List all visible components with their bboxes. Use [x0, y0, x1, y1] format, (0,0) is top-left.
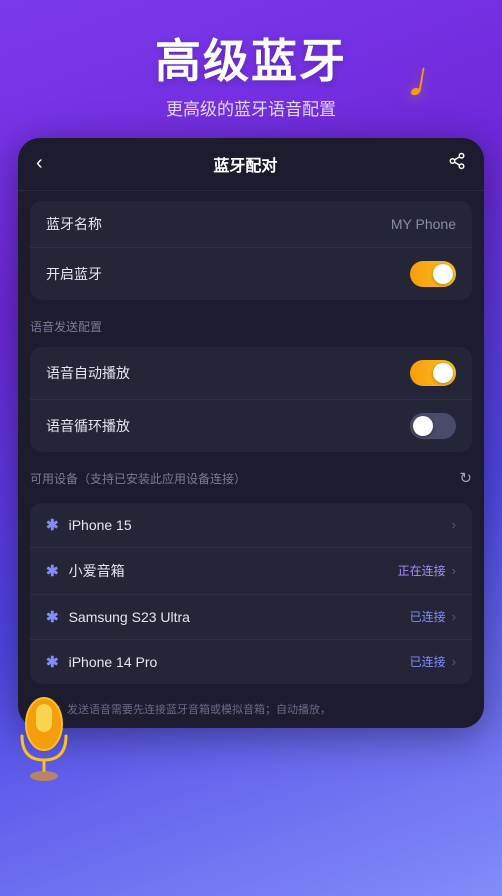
bluetooth-name-row: 蓝牙名称 MY Phone — [30, 201, 472, 248]
auto-play-label: 语音自动播放 — [46, 363, 130, 383]
list-item[interactable]: ✱ Samsung S23 Ultra 已连接 › — [30, 595, 472, 640]
voice-settings-group: 语音自动播放 语音循环播放 — [30, 347, 472, 452]
devices-section-label: 可用设备（支持已安装此应用设备连接） — [30, 466, 246, 491]
devices-header-row: 可用设备（支持已安装此应用设备连接） ↻ — [18, 462, 484, 493]
bluetooth-icon-2: ✱ — [46, 562, 59, 580]
auto-play-thumb — [433, 363, 453, 383]
toggle-thumb — [433, 264, 453, 284]
loop-play-label: 语音循环播放 — [46, 416, 130, 436]
chevron-icon-4: › — [452, 654, 456, 669]
voice-section-label: 语音发送配置 — [18, 310, 484, 337]
list-item[interactable]: ✱ iPhone 14 Pro 已连接 › — [30, 640, 472, 684]
chevron-icon-2: › — [452, 563, 456, 578]
microphone-decoration — [10, 696, 78, 786]
card-title: 蓝牙配对 — [213, 152, 277, 176]
music-note-decoration: ♩ — [403, 48, 465, 116]
auto-play-row: 语音自动播放 — [30, 347, 472, 400]
bluetooth-name-value: MY Phone — [391, 216, 456, 232]
auto-play-toggle[interactable] — [410, 360, 456, 386]
device-name-1: iPhone 15 — [69, 517, 446, 533]
enable-bluetooth-toggle[interactable] — [410, 261, 456, 287]
chevron-icon-3: › — [452, 609, 456, 624]
loop-play-toggle[interactable] — [410, 413, 456, 439]
loop-play-thumb — [413, 416, 433, 436]
share-button[interactable] — [448, 152, 466, 175]
device-status-3: 已连接 — [410, 608, 446, 625]
card-header: ‹ 蓝牙配对 — [18, 138, 484, 191]
back-button[interactable]: ‹ — [36, 152, 43, 175]
enable-bluetooth-row: 开启蓝牙 — [30, 248, 472, 300]
device-name-4: iPhone 14 Pro — [69, 654, 410, 670]
device-status-4: 已连接 — [410, 653, 446, 670]
devices-group: ✱ iPhone 15 › ✱ 小爱音箱 正在连接 › ✱ Samsung S2… — [30, 503, 472, 684]
refresh-button[interactable]: ↻ — [459, 469, 472, 487]
bluetooth-icon-3: ✱ — [46, 608, 59, 626]
device-name-3: Samsung S23 Ultra — [69, 609, 410, 625]
device-status-2: 正在连接 — [398, 562, 446, 579]
device-name-2: 小爱音箱 — [69, 561, 398, 581]
list-item[interactable]: ✱ 小爱音箱 正在连接 › — [30, 548, 472, 595]
loop-play-row: 语音循环播放 — [30, 400, 472, 452]
bluetooth-icon-4: ✱ — [46, 653, 59, 671]
chevron-icon-1: › — [452, 517, 456, 532]
main-card: ‹ 蓝牙配对 蓝牙名称 MY Phone 开启蓝牙 语音发送配置 语音自动播放 … — [18, 138, 484, 729]
footer-note: 说明：发送语音需要先连接蓝牙音箱或模拟音箱；自动播放， — [18, 694, 484, 729]
bluetooth-settings-group: 蓝牙名称 MY Phone 开启蓝牙 — [30, 201, 472, 300]
enable-bluetooth-label: 开启蓝牙 — [46, 264, 102, 284]
list-item[interactable]: ✱ iPhone 15 › — [30, 503, 472, 548]
bluetooth-icon-1: ✱ — [46, 516, 59, 534]
bluetooth-name-label: 蓝牙名称 — [46, 214, 102, 234]
